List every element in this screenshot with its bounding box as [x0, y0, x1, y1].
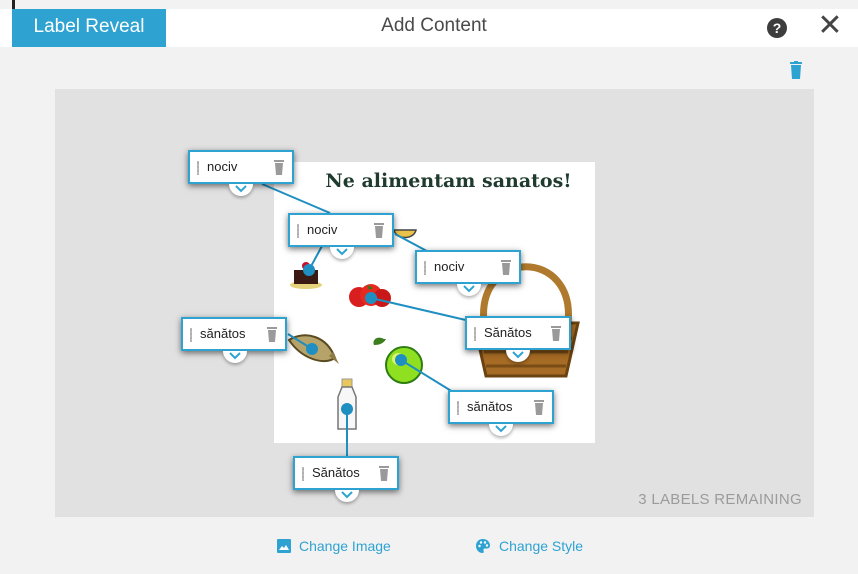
drag-handle-icon[interactable]	[297, 224, 299, 238]
drag-handle-icon[interactable]	[457, 401, 459, 415]
apple-illustration	[373, 337, 423, 384]
label-text[interactable]: nociv	[434, 252, 464, 282]
labels-remaining-status: 3 LABELS REMAINING	[638, 491, 802, 508]
label-text[interactable]: Sănătos	[312, 458, 360, 488]
help-icon[interactable]: ?	[767, 18, 787, 38]
close-icon[interactable]: ✕	[815, 11, 845, 43]
label-text[interactable]: sănătos	[467, 392, 513, 422]
hotspot-label[interactable]: sănătos	[181, 317, 287, 351]
hotspot-label[interactable]: sănătos	[448, 390, 554, 424]
change-image-button[interactable]: Change Image	[277, 538, 391, 554]
drag-handle-icon[interactable]	[424, 261, 426, 275]
drag-handle-icon[interactable]	[302, 467, 304, 481]
trash-icon[interactable]	[378, 465, 390, 481]
change-style-button[interactable]: Change Style	[475, 538, 583, 554]
drag-handle-icon[interactable]	[190, 328, 192, 342]
change-style-label: Change Style	[499, 538, 584, 554]
trash-icon[interactable]	[500, 259, 512, 275]
cake-illustration	[290, 262, 322, 289]
header-bar: Label Reveal Add Content ? ✕	[0, 9, 858, 47]
change-image-label: Change Image	[299, 538, 391, 554]
hotspot-label[interactable]: nociv	[415, 250, 521, 284]
hotspot-label[interactable]: nociv	[288, 213, 394, 247]
label-text[interactable]: sănătos	[200, 319, 246, 349]
image-title: Ne alimentam sanatos!	[325, 170, 572, 192]
bowl-illustration	[393, 229, 417, 239]
label-text[interactable]: nociv	[207, 152, 237, 182]
trash-icon[interactable]	[788, 61, 804, 79]
tab-label-reveal[interactable]: Label Reveal	[12, 9, 166, 47]
trash-icon[interactable]	[373, 222, 385, 238]
label-text[interactable]: Sănătos	[484, 318, 532, 348]
palette-icon	[476, 539, 490, 553]
hotspot-label[interactable]: Sănătos	[293, 456, 399, 490]
text-cursor-mark	[12, 0, 15, 9]
hotspot-label[interactable]: Sănătos	[465, 316, 571, 350]
fish-illustration	[287, 334, 339, 364]
hotspot-label[interactable]: nociv	[188, 150, 294, 184]
trash-icon[interactable]	[550, 325, 562, 341]
image-icon	[277, 539, 291, 553]
drag-handle-icon[interactable]	[474, 327, 476, 341]
trash-icon[interactable]	[273, 159, 285, 175]
trash-icon[interactable]	[266, 326, 278, 342]
label-text[interactable]: nociv	[307, 215, 337, 245]
milk-bottle-illustration	[337, 378, 357, 430]
drag-handle-icon[interactable]	[197, 161, 199, 175]
trash-icon[interactable]	[533, 399, 545, 415]
page-title: Add Content	[381, 15, 487, 36]
tomatoes-illustration	[349, 284, 391, 307]
